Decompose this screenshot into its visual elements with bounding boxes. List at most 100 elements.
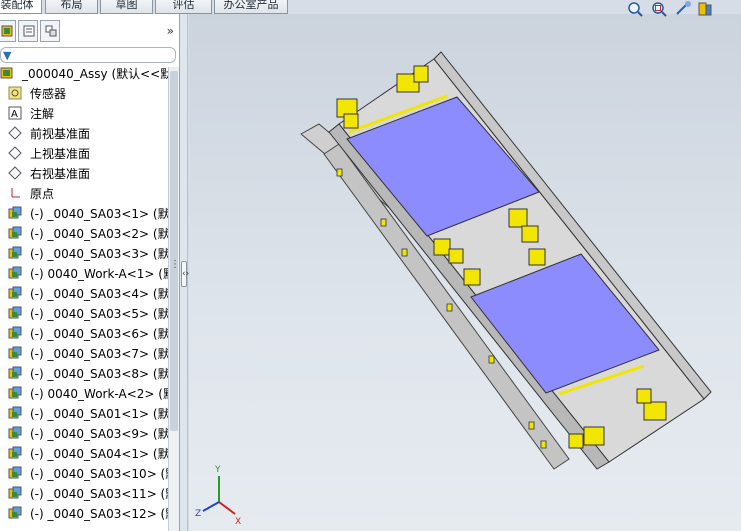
tree-item-label: (-) _0040_SA03<10> (默 (30, 467, 168, 481)
svg-text:A: A (11, 109, 18, 120)
tree-item-label: 注解 (30, 107, 55, 121)
tree-item[interactable]: 前视基准面 (0, 123, 168, 143)
tree-item[interactable]: (-) _0040_SA01<1> (默 (0, 403, 168, 423)
configuration-manager-tab[interactable] (40, 20, 60, 42)
tree-item[interactable]: 右视基准面 (0, 163, 168, 183)
annotation-icon: A (8, 106, 22, 120)
tree-item-label: (-) 0040_Work-A<1> (默 (30, 267, 168, 281)
subassembly-icon (8, 366, 22, 380)
tree-item[interactable]: 传感器 (0, 83, 168, 103)
tree-item-label: 传感器 (30, 87, 67, 101)
filter-icon[interactable]: ▼ (3, 49, 11, 62)
tab-sketch[interactable]: 草图 (100, 0, 153, 14)
triad-z-label: Z (195, 509, 201, 519)
tree-item-label: 右视基准面 (30, 167, 91, 181)
sensor-icon (8, 86, 22, 100)
tree-item[interactable]: (-) _0040_SA03<10> (默 (0, 463, 168, 483)
tree-item-label: (-) _0040_SA03<2> (默 (30, 227, 168, 241)
tree-item-label: (-) _0040_SA03<11> (默 (30, 487, 168, 501)
triad-x-label: X (235, 517, 241, 527)
subassembly-icon (8, 206, 22, 220)
zoom-to-fit-icon[interactable] (626, 0, 644, 18)
subassembly-icon (8, 286, 22, 300)
tree-scrollbar[interactable] (168, 67, 179, 531)
subassembly-icon (8, 506, 22, 520)
tree-item[interactable]: (-) _0040_SA04<1> (默 (0, 443, 168, 463)
zoom-area-icon[interactable] (650, 0, 668, 18)
tree-item[interactable]: (-) 0040_Work-A<1> (默 (0, 263, 168, 283)
feature-manager-toolbar: » (0, 20, 180, 42)
tree-item-label: (-) _0040_SA01<1> (默 (30, 407, 168, 421)
tree-item-label: 上视基准面 (30, 147, 91, 161)
tab-office-products[interactable]: 办公室产品 (214, 0, 288, 14)
tree-item-label: (-) _0040_SA04<1> (默 (30, 447, 168, 461)
subassembly-icon (8, 346, 22, 360)
subassembly-icon (8, 446, 22, 460)
tree-item-label: (-) _0040_SA03<12> (默 (30, 507, 168, 521)
subassembly-icon (8, 226, 22, 240)
panel-splitter[interactable]: ‹› (180, 14, 189, 531)
subassembly-icon (8, 466, 22, 480)
tab-evaluate[interactable]: 评估 (155, 0, 212, 14)
subassembly-icon (8, 386, 22, 400)
tree-item[interactable]: (-) _0040_SA03<4> (默 (0, 283, 168, 303)
tree-item[interactable]: (-) _0040_SA03<7> (默 (0, 343, 168, 363)
tree-item[interactable]: (-) _0040_SA03<9> (默 (0, 423, 168, 443)
tree-item[interactable]: (-) _0040_SA03<2> (默 (0, 223, 168, 243)
origin-icon (8, 186, 22, 200)
tree-item[interactable]: (-) _0040_SA03<8> (默 (0, 363, 168, 383)
tree-item-label: 前视基准面 (30, 127, 91, 141)
subassembly-icon (8, 246, 22, 260)
plane-icon (8, 146, 22, 160)
feature-tree-tab[interactable] (0, 20, 16, 42)
tree-item[interactable]: (-) _0040_SA03<3> (默 (0, 243, 168, 263)
tree-item[interactable]: (-) 0040_Work-A<2> (默 (0, 383, 168, 403)
plane-icon (8, 166, 22, 180)
tree-item-label: (-) _0040_SA03<9> (默 (30, 427, 168, 441)
subassembly-icon (8, 266, 22, 280)
panel-grip-dots: ⋮ (170, 259, 180, 270)
tree-item-label: _000040_Assy (默认<<默认 (22, 67, 168, 81)
graphics-viewport[interactable]: Y X Z (189, 14, 741, 531)
tree-item[interactable]: A 注解 (0, 103, 168, 123)
previous-view-icon[interactable] (674, 0, 692, 18)
tree-item-label: (-) _0040_SA03<7> (默 (30, 347, 168, 361)
feature-tree: _000040_Assy (默认<<默认传感器 A 注解前视基准面上视基准面右视基准… (0, 67, 168, 531)
tree-item[interactable]: (-) _0040_SA03<1> (默 (0, 203, 168, 223)
tree-item[interactable]: 上视基准面 (0, 143, 168, 163)
more-tabs-chevron[interactable]: » (167, 24, 174, 38)
scrollbar-thumb[interactable] (170, 71, 178, 431)
section-view-icon[interactable] (696, 0, 714, 18)
property-icon (23, 25, 35, 37)
subassembly-icon (8, 486, 22, 500)
tree-item[interactable]: (-) _0040_SA03<12> (默 (0, 503, 168, 523)
tab-assembly[interactable]: 装配体 (0, 0, 42, 14)
subassembly-icon (8, 426, 22, 440)
collapse-panel-button[interactable]: ‹› (181, 261, 189, 287)
tree-item-label: (-) _0040_SA03<8> (默 (30, 367, 168, 381)
property-manager-tab[interactable] (18, 20, 38, 42)
tree-item[interactable]: (-) _0040_SA03<6> (默 (0, 323, 168, 343)
subassembly-icon (8, 326, 22, 340)
heads-up-view-toolbar (622, 0, 741, 20)
tree-item-label: (-) _0040_SA03<6> (默 (30, 327, 168, 341)
assembly-model[interactable]: Y X Z (189, 14, 741, 531)
feature-manager-panel: » ▼ _000040_Assy (默认<<默认传感器 A 注解前视基准面上视基准面… (0, 14, 180, 531)
tree-item-label: (-) _0040_SA03<3> (默 (30, 247, 168, 261)
subassembly-icon (8, 306, 22, 320)
assembly-icon (0, 67, 14, 80)
tree-item[interactable]: 原点 (0, 183, 168, 203)
tab-layout[interactable]: 布局 (45, 0, 98, 14)
subassembly-icon (8, 406, 22, 420)
coordinate-triad: Y X Z (195, 465, 241, 527)
tree-item[interactable]: (-) _0040_SA03<11> (默 (0, 483, 168, 503)
tree-item-label: 原点 (30, 187, 55, 201)
tree-item[interactable]: (-) _0040_SA03<5> (默 (0, 303, 168, 323)
tree-root-item[interactable]: _000040_Assy (默认<<默认 (0, 67, 168, 83)
configuration-icon (45, 25, 57, 37)
tree-item-label: (-) _0040_SA03<1> (默 (30, 207, 168, 221)
plane-icon (8, 126, 22, 140)
triad-y-label: Y (214, 465, 221, 475)
tree-item-label: (-) 0040_Work-A<2> (默 (30, 387, 168, 401)
tree-filter-box[interactable]: ▼ (0, 47, 176, 63)
